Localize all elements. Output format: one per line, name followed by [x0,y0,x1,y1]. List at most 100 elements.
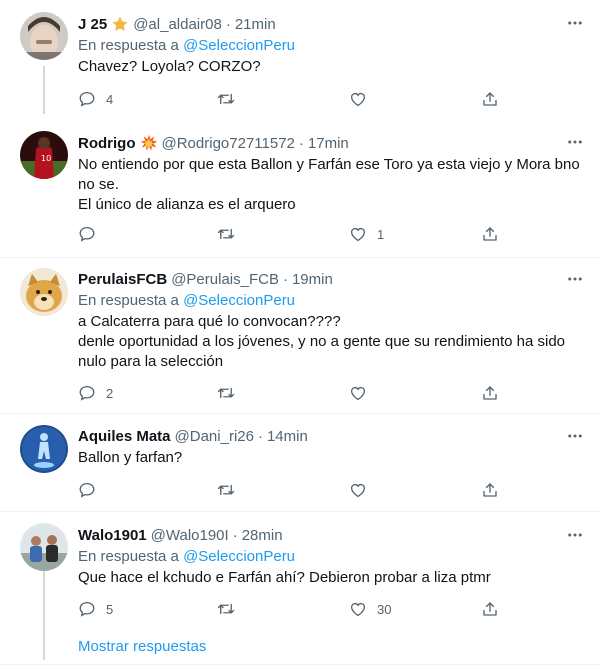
retweet-icon [217,387,235,399]
separator-dot: · [225,15,231,33]
timestamp[interactable]: 17min [308,135,349,152]
reply-icon [79,601,95,617]
reply-icon [79,482,95,498]
avatar[interactable]: 10 [20,131,68,179]
display-name[interactable]: Rodrigo [78,135,136,152]
tweet-text-line: El único de alianza es el arquero [78,196,296,213]
tweet-text-line: Ballon y farfan? [78,449,183,466]
retweet-icon [217,484,235,496]
like-button[interactable]: 30 [349,599,391,619]
timestamp[interactable]: 21min [235,16,276,33]
like-button[interactable] [349,89,377,109]
reply-icon [79,226,95,242]
tweet-text: a Calcaterra para qué lo convocan???? de… [78,312,584,372]
retweet-icon [217,228,235,240]
reply-prefix: En respuesta a [78,37,184,54]
reply-context: En respuesta a @SeleccionPeru [78,547,584,567]
tweet[interactable]: 10 Rodrigo @Rodrigo72711572 · 17min No e… [0,120,600,258]
tweet[interactable]: J 25 @al_aldair08 · 21min En respuesta a… [0,0,600,120]
like-button[interactable]: 1 [349,224,384,244]
reply-button[interactable] [78,480,106,500]
retweet-button[interactable] [217,480,245,500]
mention-link[interactable]: @SeleccionPeru [183,292,295,309]
tweet-text-line: denle oportunidad a los jóvenes, y no a … [78,333,566,350]
handle[interactable]: @Perulais_FCB [171,271,279,288]
reply-count: 5 [106,601,114,617]
reply-prefix: En respuesta a [78,292,184,309]
share-button[interactable] [481,89,499,109]
share-icon [483,92,497,106]
more-icon[interactable] [564,524,586,546]
separator-dot: · [232,526,238,544]
timestamp[interactable]: 19min [292,271,333,288]
display-name[interactable]: J 25 [78,16,107,33]
display-name[interactable]: Aquiles Mata [78,428,171,445]
share-button[interactable] [481,224,499,244]
handle[interactable]: @al_aldair08 [133,16,222,33]
timestamp[interactable]: 14min [267,428,308,445]
like-count: 30 [377,601,392,617]
reply-button[interactable]: 5 [78,599,113,619]
avatar[interactable] [20,268,68,316]
star-icon [111,15,129,33]
mention-link[interactable]: @SeleccionPeru [183,37,295,54]
avatar[interactable] [20,523,68,571]
like-button[interactable] [349,480,377,500]
heart-icon [350,92,366,107]
avatar[interactable] [20,12,68,60]
share-icon [483,386,497,400]
tweet[interactable]: PerulaisFCB @Perulais_FCB · 19min En res… [0,258,600,414]
heart-icon [350,386,366,401]
svg-text:10: 10 [41,154,51,163]
tweet-text-line: No entiendo por que esta Ballon y Farfán… [78,156,580,173]
more-icon[interactable] [564,268,586,290]
more-icon[interactable] [564,425,586,447]
explosion-icon [140,134,158,152]
reply-icon [79,385,95,401]
handle[interactable]: @Dani_ri26 [175,428,254,445]
reply-prefix: En respuesta a [78,548,184,565]
display-name[interactable]: Walo1901 [78,527,147,544]
tweet[interactable]: Walo1901 @Walo190I · 28min En respuesta … [0,512,600,632]
share-button[interactable] [481,480,499,500]
separator-dot: · [298,134,304,152]
retweet-icon [217,603,235,615]
handle[interactable]: @Walo190I [151,527,229,544]
reply-count: 4 [106,91,114,107]
retweet-button[interactable] [217,599,245,619]
share-button[interactable] [481,599,499,619]
reply-context: En respuesta a @SeleccionPeru [78,36,584,56]
reply-context: En respuesta a @SeleccionPeru [78,291,584,311]
divider [0,664,600,665]
timestamp[interactable]: 28min [242,527,283,544]
tweet-text-line: no se. [78,176,119,193]
tweet-text-line: a Calcaterra para qué lo convocan???? [78,313,341,330]
share-icon [483,483,497,497]
tweet-text: Chavez? Loyola? CORZO? [78,57,584,77]
more-icon[interactable] [564,131,586,153]
reply-button[interactable] [78,224,106,244]
tweet-text-line: Chavez? Loyola? CORZO? [78,58,261,75]
like-button[interactable] [349,383,377,403]
share-icon [483,602,497,616]
separator-dot: · [282,270,288,288]
retweet-icon [217,93,235,105]
reply-count: 2 [106,385,114,401]
show-replies-link[interactable]: Mostrar respuestas [78,638,206,655]
heart-icon [350,483,366,498]
reply-icon [79,91,95,107]
avatar[interactable] [20,425,68,473]
display-name[interactable]: PerulaisFCB [78,271,167,288]
reply-button[interactable]: 2 [78,383,113,403]
share-button[interactable] [481,383,499,403]
handle[interactable]: @Rodrigo72711572 [162,135,295,152]
heart-icon [350,602,366,617]
retweet-button[interactable] [217,383,245,403]
tweet[interactable]: Aquiles Mata @Dani_ri26 · 14min Ballon y… [0,414,600,512]
retweet-button[interactable] [217,224,245,244]
reply-button[interactable]: 4 [78,89,113,109]
more-icon[interactable] [564,12,586,34]
tweet-text-line: Que hace el kchudo e Farfán ahí? Debiero… [78,569,491,586]
mention-link[interactable]: @SeleccionPeru [183,548,295,565]
retweet-button[interactable] [217,89,245,109]
